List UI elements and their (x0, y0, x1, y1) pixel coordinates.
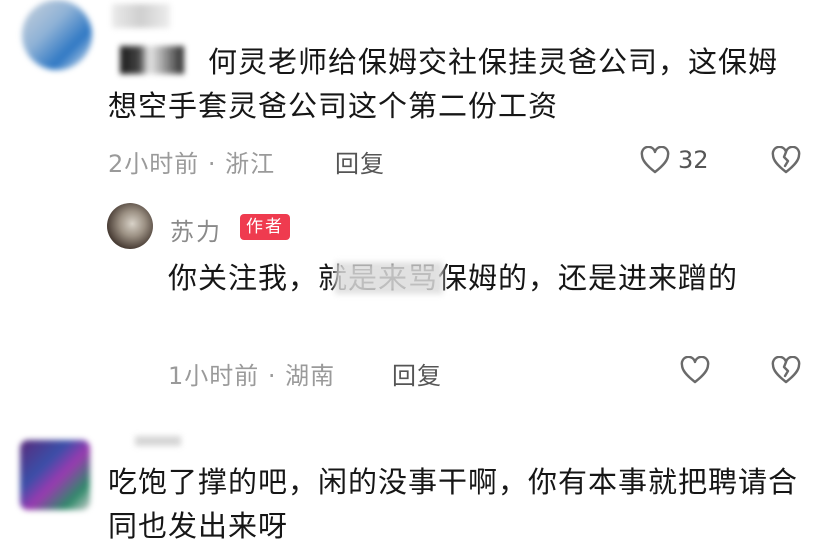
heart-icon[interactable] (680, 356, 710, 384)
heart-icon[interactable] (640, 146, 670, 174)
comment-text: 何灵老师给保姆交社保挂灵爸公司，这保姆想空手套灵爸公司这个第二份工资 (108, 45, 779, 123)
avatar[interactable] (22, 0, 92, 70)
reply-time-location: 1小时前 · 湖南 (168, 362, 336, 390)
username-blurred[interactable] (135, 436, 181, 446)
author-avatar[interactable] (107, 203, 153, 249)
broken-heart-icon[interactable] (771, 146, 801, 174)
username-blurred[interactable] (112, 4, 170, 28)
like-count: 32 (678, 146, 709, 174)
author-badge: 作者 (240, 214, 290, 240)
blurred-text-overlay (335, 262, 443, 294)
comment-time-location: 2小时前 · 浙江 (108, 150, 276, 178)
broken-heart-icon[interactable] (771, 356, 801, 384)
reply-text: 你关注我，就是来骂保姆的，还是进来蹭的 (168, 261, 739, 295)
avatar[interactable] (20, 440, 90, 510)
reply-button[interactable]: 回复 (335, 144, 385, 179)
reply-button[interactable]: 回复 (392, 356, 442, 391)
author-name[interactable]: 苏力 (170, 212, 222, 247)
comment-text: 吃饱了撑的吧，闲的没事干啊，你有本事就把聘请合同也发出来呀 (108, 465, 799, 543)
